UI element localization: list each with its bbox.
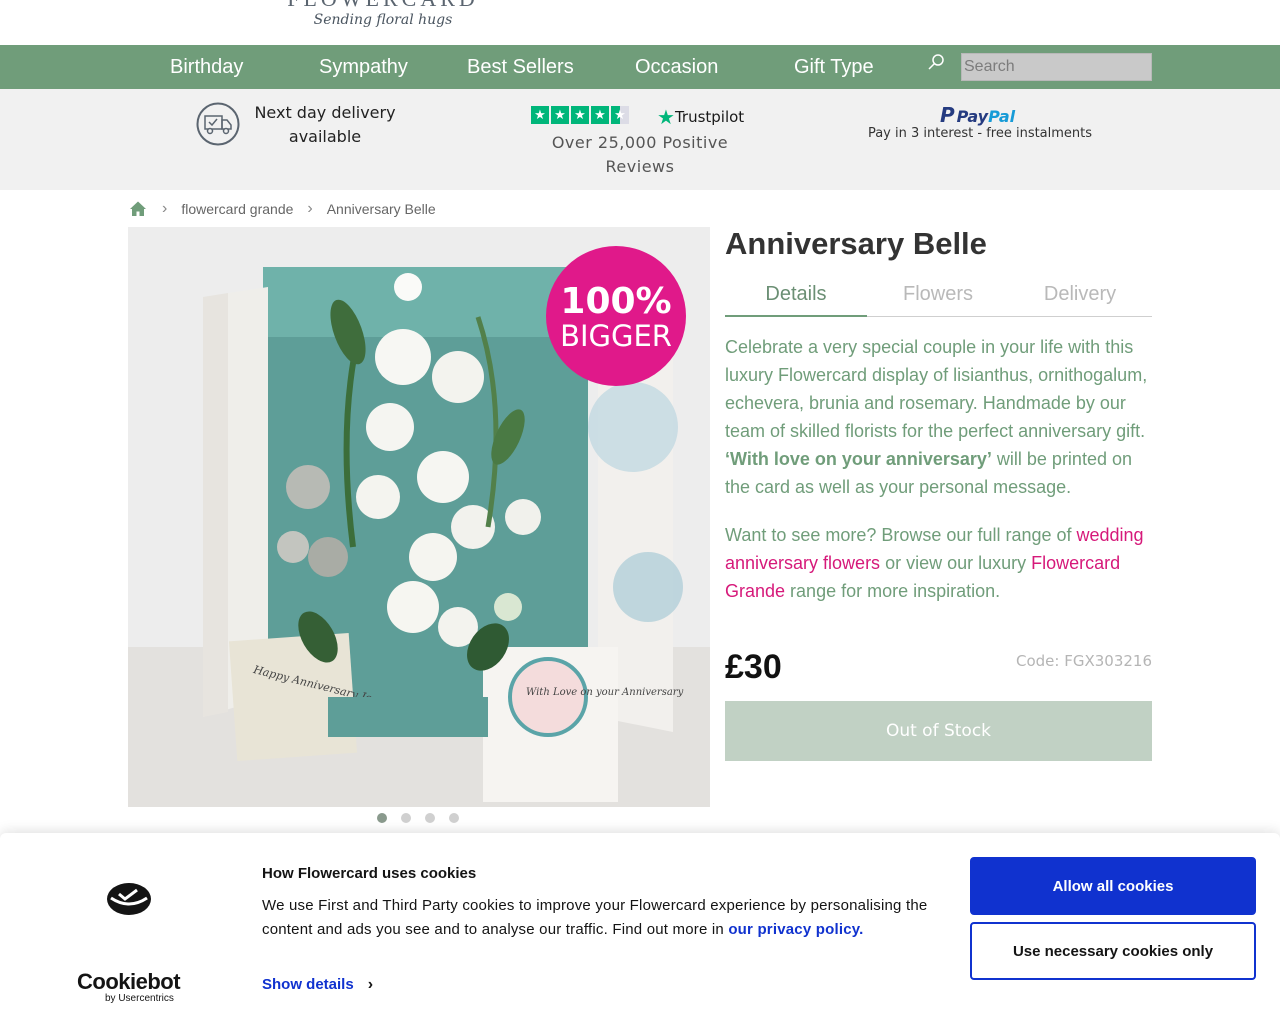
carousel-dots [377,813,459,823]
carousel-dot[interactable] [377,813,387,823]
out-of-stock-button[interactable]: Out of Stock [725,701,1152,761]
delivery-truck-icon [196,102,240,146]
star-icon: ★ [591,106,609,124]
chevron-right-icon: › [307,200,313,217]
product-photo: Happy Anniversary Jenna and George! Love… [128,227,710,807]
cookiebot-name: Cookiebot [77,969,181,994]
trustpilot-star-icon: ★ [657,105,675,129]
cookiebot-icon [107,883,151,915]
more-suffix: range for more inspiration. [785,581,1001,601]
product-description: Celebrate a very special couple in your … [725,333,1155,501]
more-prefix: Want to see more? Browse our full range … [725,525,1077,545]
paypal-logo: P PayPal [940,103,1015,127]
nav-item-occasion[interactable]: Occasion [635,56,718,78]
breadcrumb-current: Anniversary Belle [326,201,436,217]
show-details-label: Show details [262,976,354,993]
product-code: Code: FGX303216 [1015,652,1152,670]
carousel-dot[interactable] [401,813,411,823]
cookie-title: How Flowercard uses cookies [262,865,477,882]
cookie-body: We use First and Third Party cookies to … [262,894,952,942]
delivery-text: Next day delivery available [254,103,396,146]
search-icon[interactable] [926,53,946,73]
nav-item-gift-type[interactable]: Gift Type [794,56,874,78]
reviews-text: Over 25,000 Positive Reviews [551,133,729,176]
product-image[interactable]: Happy Anniversary Jenna and George! Love… [128,227,710,807]
main-nav: Birthday Sympathy Best Sellers Occasion … [0,45,1280,89]
necessary-cookies-button[interactable]: Use necessary cookies only [970,922,1256,980]
star-icon: ★ [531,106,549,124]
star-icon: ★ [551,106,569,124]
paypal-name-part2: Pal [988,107,1016,126]
tab-delivery[interactable]: Delivery [1009,283,1151,306]
more-info: Want to see more? Browse our full range … [725,521,1155,605]
privacy-policy-link[interactable]: our privacy policy. [728,921,863,938]
badge-line2: BIGGER [560,319,672,353]
paypal-p-icon: P [940,103,955,127]
more-middle: or view our luxury [880,553,1032,573]
logo-tagline: Sending floral hugs [313,12,453,28]
chevron-right-icon: › [162,200,168,217]
carousel-dot[interactable] [425,813,435,823]
logo-wordmark: FLOWERCARD [283,0,483,10]
flowercard-logo[interactable]: FLOWERCARD Sending floral hugs [283,0,483,30]
tab-flowers[interactable]: Flowers [867,283,1009,306]
active-tab-indicator [725,315,867,317]
nav-item-best-sellers[interactable]: Best Sellers [467,56,574,78]
cookiebot-by: by Usercentrics [105,993,174,1004]
product-tabs: Details Flowers Delivery [725,275,1152,317]
carousel-dot[interactable] [449,813,459,823]
product-title: Anniversary Belle [725,226,987,261]
paypal-name-part1: Pay [956,107,989,126]
paypal-text: Pay in 3 interest - free instalments [867,126,1093,141]
trustpilot-stars: ★ ★ ★ ★ ★ [531,106,629,124]
cookiebot-logo: Cookiebot by Usercentrics [77,969,181,1004]
cookie-banner: Cookiebot by Usercentrics How Flowercard… [0,833,1280,1024]
description-bold: ‘With love on your anniversary’ [725,449,992,469]
tab-details[interactable]: Details [725,283,867,306]
header: FLOWERCARD Sending floral hugs [0,0,1280,45]
search-input[interactable] [961,53,1152,81]
allow-all-cookies-button[interactable]: Allow all cookies [970,857,1256,915]
trustpilot-logo[interactable]: ★Trustpilot [657,105,744,129]
home-icon[interactable] [128,199,148,219]
product-price: £30 [725,648,782,686]
breadcrumb: › flowercard grande › Anniversary Belle [128,199,436,219]
breadcrumb-item[interactable]: flowercard grande [181,201,293,217]
trust-bar: Next day delivery available ★ ★ ★ ★ ★ ★T… [0,89,1280,190]
nav-item-birthday[interactable]: Birthday [170,56,243,78]
trustpilot-name: Trustpilot [674,108,745,126]
card-stamp: With Love on your Anniversary [526,687,684,698]
chevron-right-icon: › [367,976,374,993]
star-icon: ★ [571,106,589,124]
show-details-button[interactable]: Show details › [262,976,373,994]
description-main: Celebrate a very special couple in your … [725,337,1148,441]
nav-item-sympathy[interactable]: Sympathy [319,56,408,78]
badge-line1: 100% [560,281,671,322]
half-star-icon: ★ [611,106,629,124]
